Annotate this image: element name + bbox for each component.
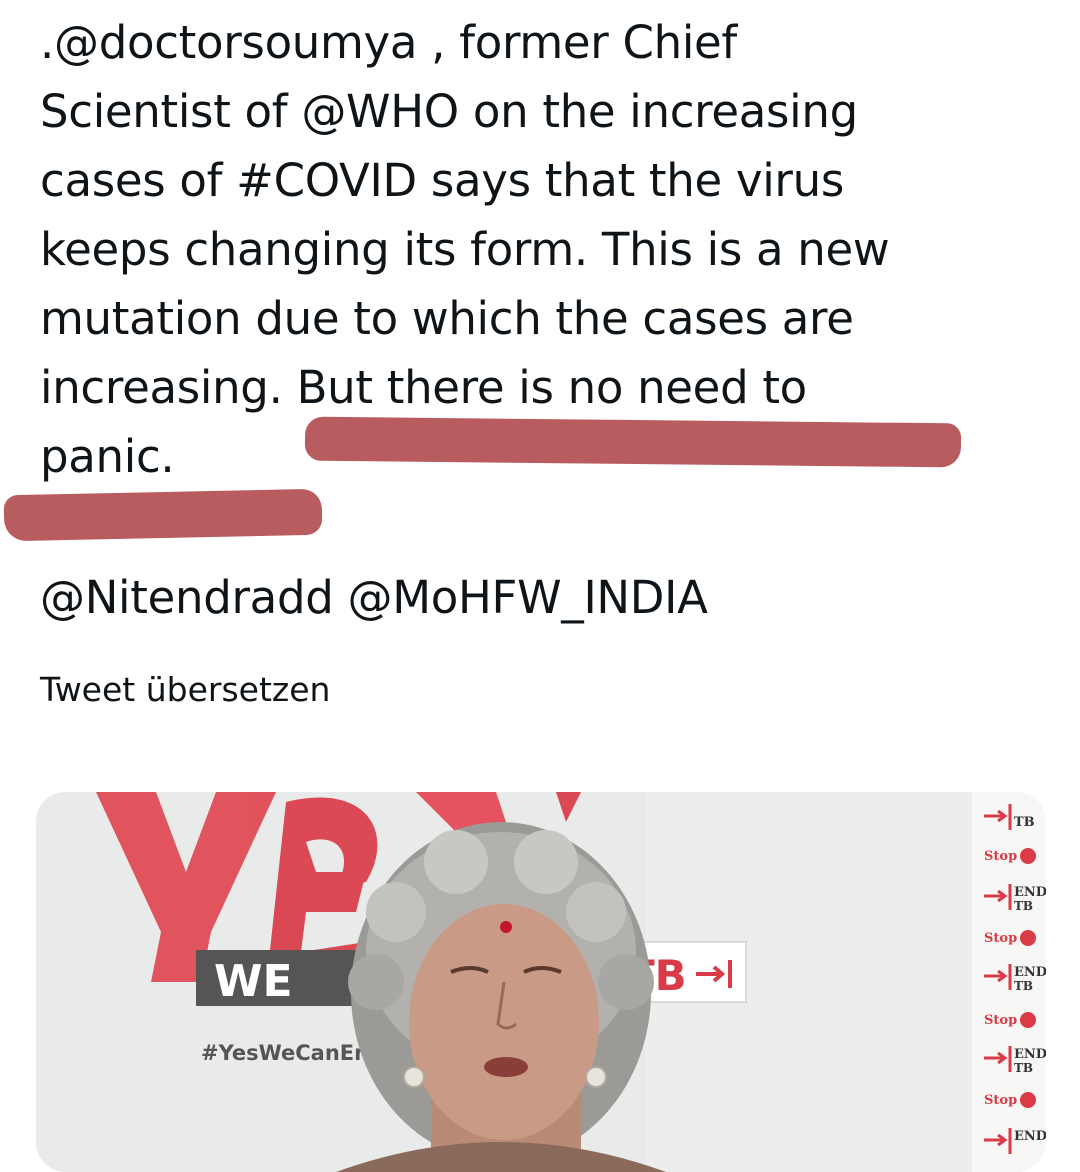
tweet-text-line: Scientist of @WHO on the increasing xyxy=(40,85,858,138)
video-frame: WE TB #YesWeCanEn TB Stop END TB Stop EN… xyxy=(36,792,1046,1172)
tweet-video-thumbnail[interactable]: WE TB #YesWeCanEn TB Stop END TB Stop EN… xyxy=(36,792,1046,1172)
highlight-underline-stroke xyxy=(3,488,323,542)
translate-tweet-link[interactable]: Tweet übersetzen xyxy=(40,668,330,712)
svg-text:Stop: Stop xyxy=(984,931,1017,946)
svg-text:Stop: Stop xyxy=(984,849,1017,864)
svg-text:Stop: Stop xyxy=(984,1093,1017,1108)
banner-we-text: WE xyxy=(214,956,293,1007)
tweet-text-line: .@doctorsoumya , former Chief xyxy=(40,16,737,69)
svg-text:END: END xyxy=(1014,885,1046,900)
svg-text:END: END xyxy=(1014,1129,1046,1144)
svg-text:Stop: Stop xyxy=(984,1013,1017,1028)
highlight-underline-stroke xyxy=(304,416,962,468)
svg-text:END: END xyxy=(1014,965,1046,980)
svg-text:TB: TB xyxy=(1014,899,1033,913)
tweet-text-line: keeps changing its form. This is a new xyxy=(40,223,890,276)
tweet-mentions[interactable]: @Nitendradd @MoHFW_INDIA xyxy=(40,566,708,630)
banner-hashtag-text: #YesWeCanEn xyxy=(201,1041,369,1065)
svg-text:END: END xyxy=(1014,1047,1046,1062)
tweet-text-line: mutation due to which the cases are xyxy=(40,292,854,345)
svg-text:TB: TB xyxy=(1014,1061,1033,1075)
svg-text:TB: TB xyxy=(1014,815,1035,830)
svg-text:TB: TB xyxy=(1014,979,1033,993)
tweet-text-line: cases of #COVID says that the virus xyxy=(40,154,844,207)
tweet-text-line: increasing. But there is no need to xyxy=(40,361,807,414)
